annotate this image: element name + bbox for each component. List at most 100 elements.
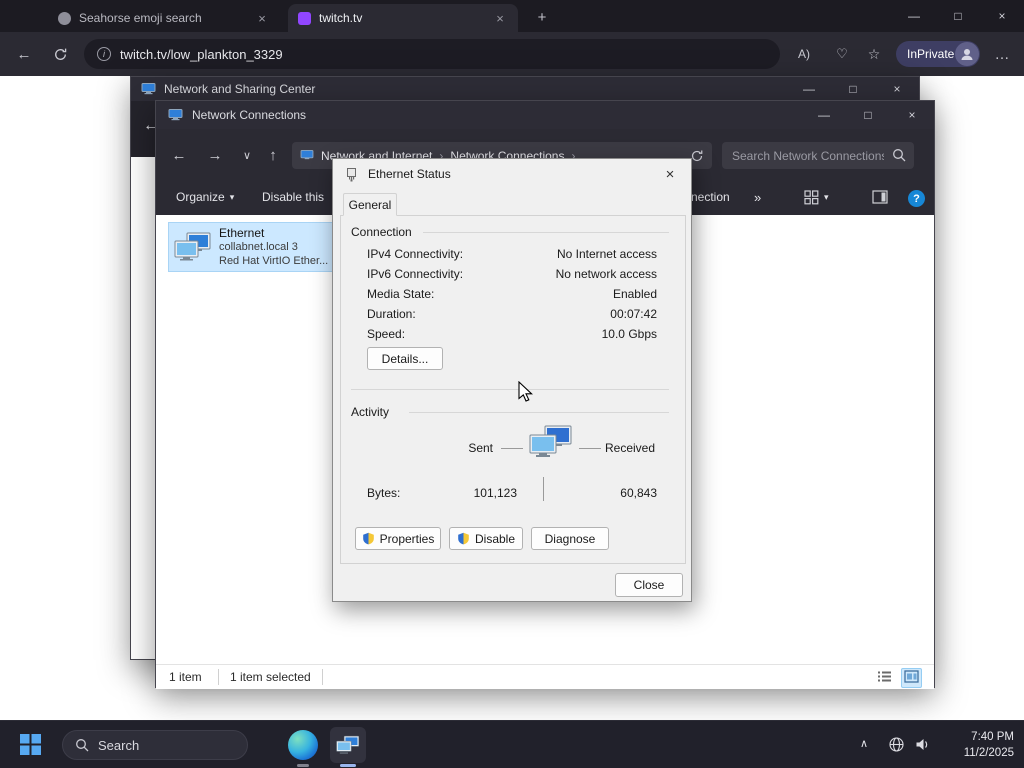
refresh-button[interactable] [46,40,74,68]
close-button[interactable]: × [980,0,1024,32]
network-connections-taskbar-icon[interactable] [330,727,366,763]
organize-menu[interactable]: Organize ▾ [176,190,234,204]
help-button[interactable]: ? [908,190,925,207]
profile-avatar [955,42,979,66]
list-item-ethernet[interactable]: Ethernet collabnet.local 3 Red Hat VirtI… [168,222,334,272]
ethernet-status-dialog: Ethernet Status × General Connection IPv… [332,158,692,602]
organize-label: Organize [176,190,225,204]
network-adapter-icon [174,232,212,267]
bytes-label: Bytes: [367,486,401,500]
nsc-window-controls: — □ × [787,77,919,101]
dialog-title: Ethernet Status [368,167,451,181]
disable-device-button[interactable]: Disable this [262,190,324,204]
maximize-button[interactable]: □ [831,77,875,101]
tab-general[interactable]: General [343,193,397,216]
minimize-button[interactable]: — [787,77,831,101]
network-connections-icon [168,109,183,121]
grid-view-icon [804,190,819,205]
properties-button[interactable]: Properties [355,527,441,550]
sent-label: Sent [468,441,493,455]
connector-line [501,448,523,449]
address-bar[interactable]: i twitch.tv/low_plankton_3329 [84,39,780,69]
browser-tab-seahorse[interactable]: Seahorse emoji search × [48,4,280,32]
inprivate-label: InPrivate [907,47,955,61]
diagnose-button-label: Diagnose [544,531,596,546]
forward-button[interactable]: → [202,142,228,168]
view-toggle-button[interactable]: ▾ [804,190,829,205]
connection-row: Media State: Enabled [367,287,657,301]
details-button[interactable]: Details... [367,347,443,370]
settings-menu-icon[interactable]: … [988,40,1016,68]
connector-line [579,448,601,449]
browser-tab-strip: Seahorse emoji search × twitch.tv × + — … [0,0,1024,32]
refresh-icon[interactable] [690,149,704,163]
row-value: No Internet access [556,247,657,261]
new-tab-button[interactable]: + [530,5,554,29]
up-button[interactable]: ↑ [260,142,286,168]
preview-pane-button[interactable] [872,190,888,204]
network-tray-icon[interactable] [888,736,905,753]
close-button[interactable]: × [875,77,919,101]
dialog-close-icon[interactable]: × [649,159,691,189]
start-button[interactable] [20,734,41,755]
browser-toolbar: ← i twitch.tv/low_plankton_3329 A) ♡ ☆ I… [0,32,1024,76]
site-info-icon[interactable]: i [97,47,111,61]
close-button[interactable]: × [890,101,934,129]
diagnose-button[interactable]: Diagnose [531,527,609,550]
search-label: Search [98,737,140,753]
back-button[interactable]: ← [166,142,192,168]
tab-title: Seahorse emoji search [79,11,202,25]
volume-tray-icon[interactable] [914,736,931,753]
maximize-button[interactable]: □ [936,0,980,32]
large-icons-view-button[interactable] [901,668,922,688]
inprivate-badge[interactable]: InPrivate [896,41,980,67]
details-button-label: Details... [381,351,429,366]
disable-button[interactable]: Disable [449,527,523,550]
preview-pane-icon [872,190,888,204]
connection-group-label: Connection [351,225,412,239]
taskbar-search[interactable]: Search [62,730,248,760]
ethernet-icon [347,167,356,181]
row-value: No network access [555,267,657,281]
mouse-cursor [518,381,533,402]
maximize-button[interactable]: □ [846,101,890,129]
explorer-title: Network Connections [192,108,307,122]
tab-favicon [58,11,71,25]
edge-taskbar-icon[interactable] [288,730,318,760]
tray-chevron-icon[interactable]: ∧ [860,737,868,750]
bytes-sent-value: 101,123 [473,486,517,500]
details-view-button[interactable] [877,670,892,686]
minimize-button[interactable]: — [802,101,846,129]
browser-tab-twitch[interactable]: twitch.tv × [288,4,518,32]
selected-count-text: 1 item selected [230,670,311,684]
desktop: Seahorse emoji search × twitch.tv × + — … [0,0,1024,768]
recent-locations-button[interactable]: ∨ [234,142,260,168]
tab-close-icon[interactable]: × [492,11,508,26]
read-aloud-icon[interactable]: A) [790,40,818,68]
chevron-down-icon: ▾ [229,191,235,202]
uac-shield-icon [362,532,374,545]
taskbar: Search ∧ 7:40 PM 11/2/2025 [0,720,1024,768]
refresh-icon [54,48,66,60]
row-value: 10.0 Gbps [601,327,657,341]
chevron-down-icon: ▾ [824,192,829,202]
overflow-chevron-icon[interactable]: » [754,190,761,205]
row-value: 00:07:42 [610,307,657,321]
close-button[interactable]: Close [615,573,683,597]
connection-row: IPv4 Connectivity: No Internet access [367,247,657,261]
activity-computers-icon [529,425,573,462]
connection-row: IPv6 Connectivity: No network access [367,267,657,281]
rename-connection-button-partial[interactable]: nection [691,190,730,204]
favorites-icon[interactable]: ☆ [860,40,888,68]
tab-close-icon[interactable]: × [254,11,270,26]
search-box[interactable] [722,142,914,169]
twitch-favicon [298,11,311,25]
search-input[interactable] [722,148,884,163]
taskbar-clock[interactable]: 7:40 PM 11/2/2025 [964,729,1014,761]
group-line [409,412,669,413]
item-count-text: 1 item [169,670,202,684]
back-button[interactable]: ← [10,40,38,68]
collections-icon[interactable]: ♡ [828,40,856,68]
nsc-titlebar: Network and Sharing Center — □ × [131,77,919,101]
minimize-button[interactable]: — [892,0,936,32]
